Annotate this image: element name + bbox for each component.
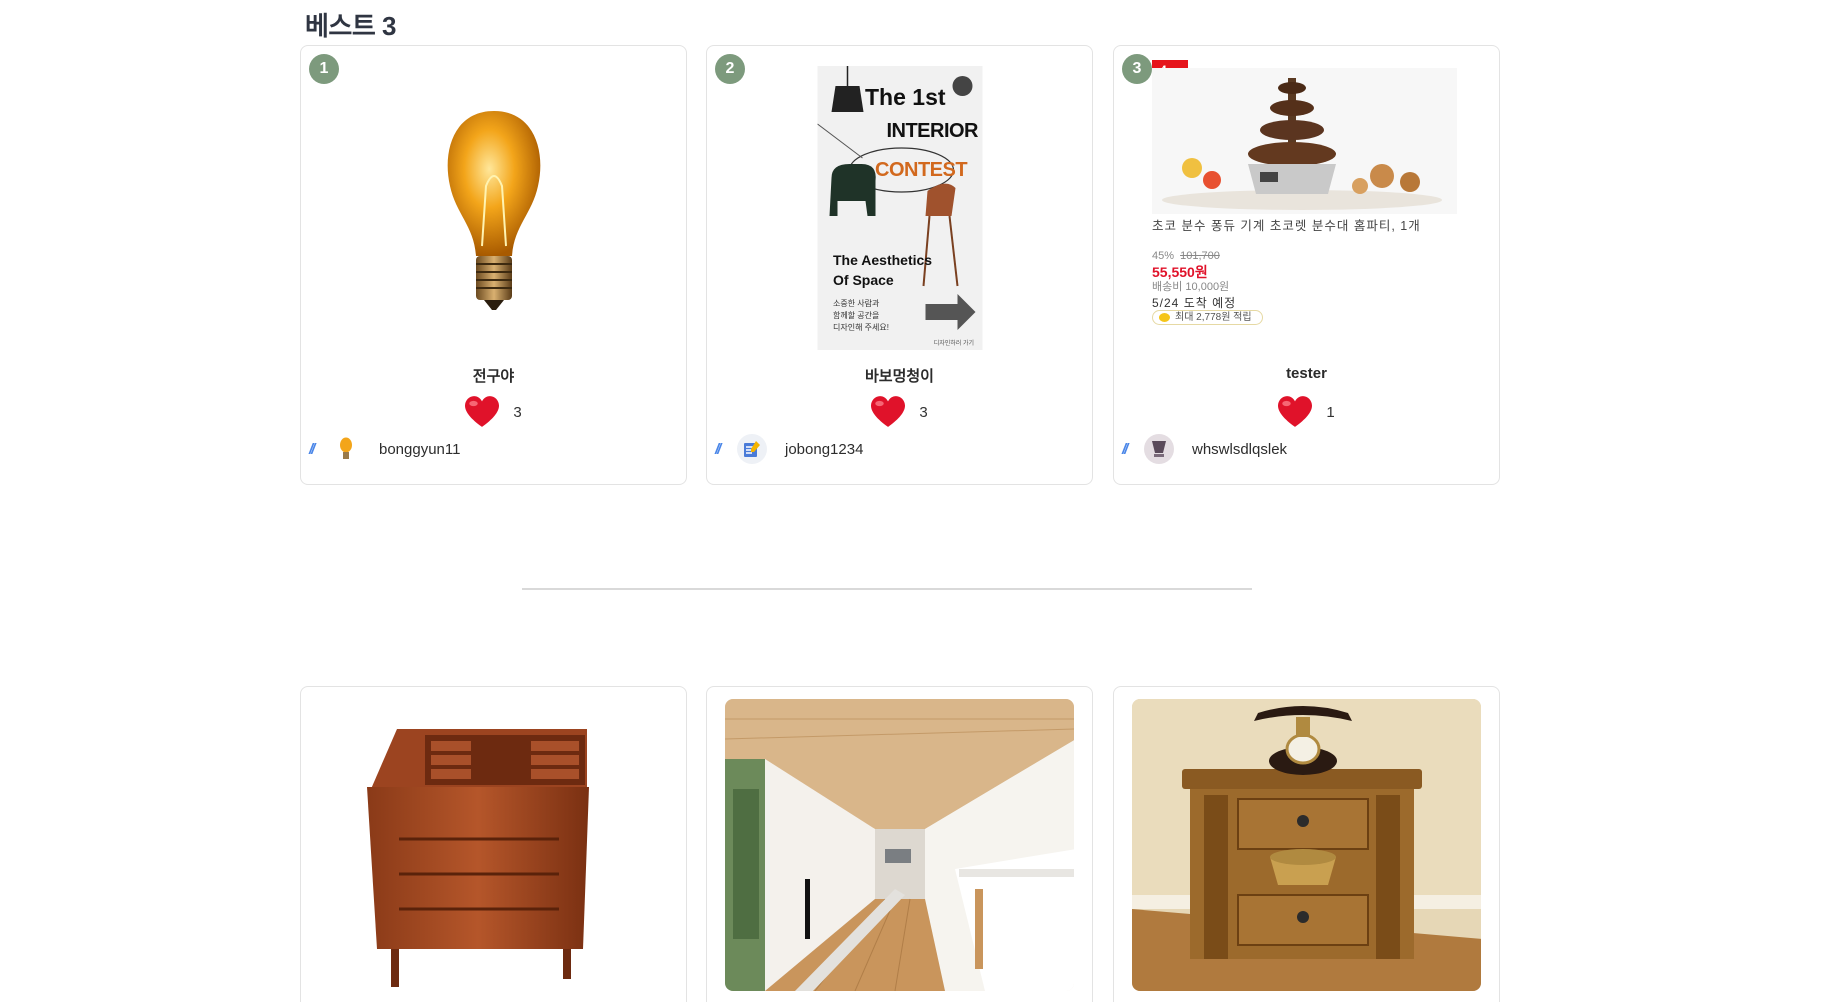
coin-icon — [1159, 313, 1170, 322]
rank-badge: 1 — [309, 54, 339, 84]
rank-badge: 2 — [715, 54, 745, 84]
product-shipping: 배송비 10,000원 — [1152, 281, 1230, 293]
likes: 1 — [1114, 396, 1499, 428]
chocolate-fountain-product[interactable]: 4 초코 분수 퐁듀 기계 초코렛 분수대 홈파티, 1개 45% 101,70… — [1152, 60, 1472, 350]
interior-hallway-kitchen-image[interactable] — [725, 699, 1074, 991]
heart-icon[interactable] — [465, 396, 500, 428]
like-count: 1 — [1326, 403, 1335, 421]
likes: 3 — [707, 396, 1092, 428]
fountain-image — [1152, 68, 1457, 214]
card-title[interactable]: 전구야 — [301, 365, 686, 386]
cup-avatar-icon — [1144, 434, 1174, 464]
interior-contest-poster[interactable]: The 1st INTERIOR CONTEST The Aesthetics … — [817, 66, 982, 350]
rank-badge: 3 — [1122, 54, 1152, 84]
heart-icon[interactable] — [871, 396, 906, 428]
like-count: 3 — [513, 403, 522, 421]
like-count: 3 — [919, 403, 928, 421]
best-card-2[interactable]: 2 The 1st INTERIOR CONTEST The Aesthetic… — [706, 45, 1093, 485]
poster-line1: The 1st — [865, 84, 946, 110]
post-card[interactable] — [1113, 686, 1500, 1002]
product-reward: 최대 2,778원 적립 — [1152, 310, 1263, 325]
section-title: 베스트 3 — [305, 11, 396, 41]
card-title[interactable]: tester — [1114, 365, 1499, 382]
lightbulb-image[interactable] — [404, 66, 584, 356]
wooden-nightstand-telephone-image[interactable] — [1132, 699, 1481, 991]
product-arrival: 5/24 도착 예정 — [1152, 296, 1237, 310]
likes: 3 — [301, 396, 686, 428]
author[interactable]: // bonggyun11 — [309, 434, 460, 464]
author-name[interactable]: bonggyun11 — [379, 441, 460, 458]
edit-icon: // — [715, 440, 721, 458]
edit-icon: // — [309, 440, 315, 458]
product-discount: 45% 101,700 — [1152, 250, 1220, 262]
author-name[interactable]: jobong1234 — [785, 441, 863, 458]
best-card-1[interactable]: 1 전구야 3 // bonggyun11 — [300, 45, 687, 485]
best-card-3[interactable]: 3 4 초코 분수 퐁듀 기계 초코렛 분수대 홈파티, 1개 45% 101,… — [1113, 45, 1500, 485]
section-divider — [522, 588, 1252, 590]
edit-icon: // — [1122, 440, 1128, 458]
wooden-secretary-desk-image[interactable] — [319, 699, 668, 991]
product-name: 초코 분수 퐁듀 기계 초코렛 분수대 홈파티, 1개 — [1152, 219, 1421, 233]
notepad-avatar-icon — [737, 434, 767, 464]
poster-line4: The Aesthetics — [833, 252, 933, 268]
author-name[interactable]: whswlsdlqslek — [1192, 441, 1287, 458]
heart-icon[interactable] — [1278, 396, 1313, 428]
author[interactable]: // jobong1234 — [715, 434, 863, 464]
post-card[interactable] — [706, 686, 1093, 1002]
lightbulb-avatar-icon — [331, 434, 361, 464]
poster-footer: 디자인하러 가기 — [933, 341, 974, 347]
poster-line3: CONTEST — [875, 159, 968, 181]
post-card[interactable] — [300, 686, 687, 1002]
poster-line5: Of Space — [833, 272, 894, 288]
card-title[interactable]: 바보멍청이 — [707, 365, 1092, 386]
poster-small-text: 소중한 사람과 함께할 공간을 디자인해 주세요! — [833, 299, 889, 332]
author[interactable]: // whswlsdlqslek — [1122, 434, 1287, 464]
poster-line2: INTERIOR — [886, 120, 978, 142]
